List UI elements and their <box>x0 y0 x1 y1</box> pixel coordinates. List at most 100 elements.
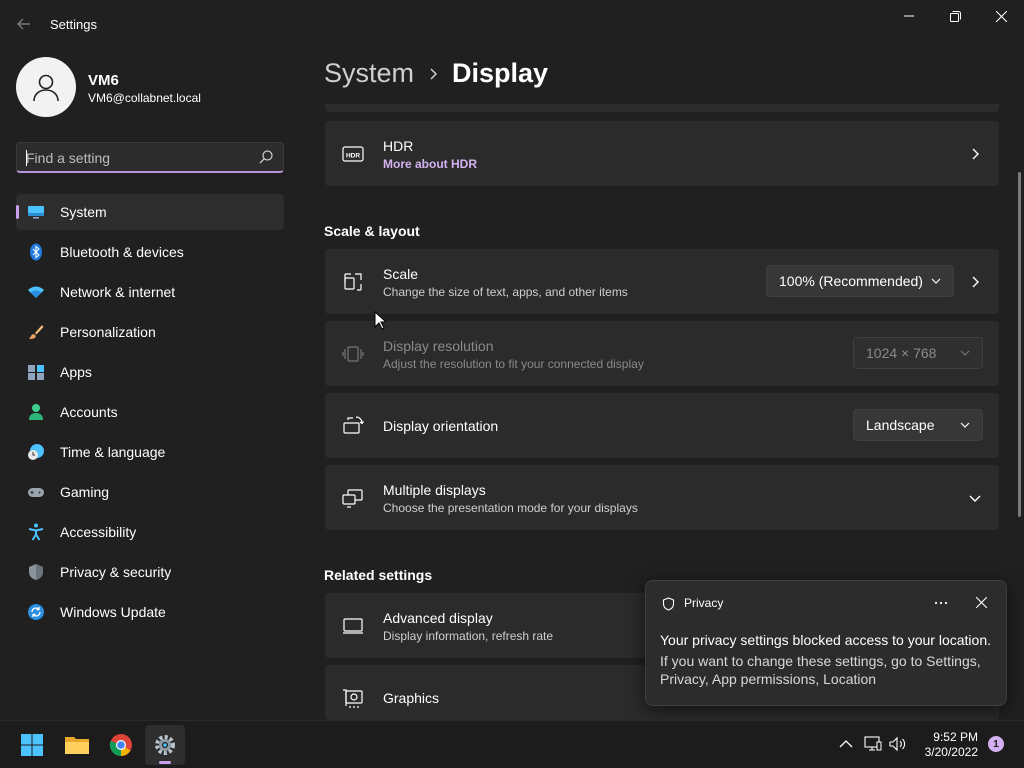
clock-date: 3/20/2022 <box>924 745 978 759</box>
close-icon[interactable] <box>976 597 987 608</box>
svg-text:HDR: HDR <box>346 153 360 160</box>
sidebar-item-bluetooth[interactable]: Bluetooth & devices <box>16 234 284 270</box>
multiple-displays-card[interactable]: Multiple displays Choose the presentatio… <box>325 465 999 530</box>
minimize-button[interactable] <box>886 0 932 32</box>
taskbar: 9:52 PM 3/20/2022 1 <box>0 720 1024 768</box>
apps-icon <box>28 365 44 380</box>
system-icon <box>28 206 44 219</box>
multiple-displays-description: Choose the presentation mode for your di… <box>383 501 638 515</box>
graphics-card-icon <box>343 689 363 708</box>
section-heading-scale-layout: Scale & layout <box>324 223 420 239</box>
resolution-description: Adjust the resolution to fit your connec… <box>383 357 644 371</box>
search-input[interactable] <box>26 148 246 168</box>
user-name: VM6 <box>88 72 119 89</box>
hdr-link[interactable]: More about HDR <box>383 157 477 171</box>
toast-title: Your privacy settings blocked access to … <box>660 632 991 648</box>
restore-button[interactable] <box>932 0 978 32</box>
gamepad-icon <box>28 488 44 497</box>
close-icon <box>995 10 1007 22</box>
toast-app-name: Privacy <box>684 596 724 610</box>
settings-taskbar-button[interactable] <box>145 725 185 765</box>
chrome-button[interactable] <box>101 725 141 765</box>
orientation-dropdown[interactable]: Landscape <box>853 409 983 441</box>
resolution-dropdown: 1024 × 768 <box>853 337 983 369</box>
advanced-display-title: Advanced display <box>383 610 493 626</box>
scale-description: Change the size of text, apps, and other… <box>383 285 628 299</box>
sidebar-item-label: Time & language <box>60 444 166 460</box>
bluetooth-icon <box>30 243 42 261</box>
app-title: Settings <box>50 17 97 32</box>
scale-dropdown[interactable]: 100% (Recommended) <box>766 265 954 297</box>
sidebar-item-accounts[interactable]: Accounts <box>16 394 284 430</box>
network-icon[interactable] <box>864 736 882 752</box>
chevron-down-icon[interactable] <box>967 490 983 506</box>
gear-icon <box>155 735 175 755</box>
breadcrumb-parent[interactable]: System <box>324 58 414 89</box>
hdr-icon: HDR <box>342 146 364 162</box>
avatar[interactable] <box>16 57 76 117</box>
sidebar-item-privacy[interactable]: Privacy & security <box>16 554 284 590</box>
sidebar-nav: System Bluetooth & devices Network & int… <box>16 194 284 634</box>
search-box[interactable] <box>16 142 284 173</box>
folder-icon <box>65 737 89 754</box>
more-options-icon[interactable] <box>934 601 948 605</box>
resolution-icon <box>342 346 364 362</box>
restore-icon <box>949 10 961 22</box>
title-bar: Settings <box>0 0 1024 48</box>
notification-badge[interactable]: 1 <box>988 736 1004 752</box>
hdr-card[interactable]: HDR HDR More about HDR <box>325 121 999 186</box>
advanced-display-description: Display information, refresh rate <box>383 629 554 643</box>
sidebar-item-label: Gaming <box>60 484 110 500</box>
minimize-icon <box>904 15 914 17</box>
sidebar-item-accessibility[interactable]: Accessibility <box>16 514 284 550</box>
scale-dropdown-value: 100% (Recommended) <box>779 273 923 289</box>
scale-title: Scale <box>383 266 419 282</box>
taskbar-clock[interactable]: 9:52 PM 3/20/2022 <box>918 730 978 760</box>
sidebar-item-personalization[interactable]: Personalization <box>16 314 284 350</box>
page-title: Display <box>452 58 549 88</box>
sidebar-item-label: Accessibility <box>60 524 137 540</box>
chevron-right-icon[interactable] <box>967 274 983 290</box>
search-icon[interactable] <box>259 150 273 164</box>
sidebar-item-label: Windows Update <box>60 604 166 620</box>
mouse-cursor-icon <box>374 311 386 330</box>
chevron-up-icon[interactable] <box>839 739 853 749</box>
scrollbar[interactable] <box>1018 172 1021 517</box>
display-resolution-card: Display resolution Adjust the resolution… <box>325 321 999 386</box>
close-button[interactable] <box>978 0 1024 32</box>
toast-body: If you want to change these settings, go… <box>660 653 981 687</box>
scale-card[interactable]: Scale Change the size of text, apps, and… <box>325 249 999 314</box>
user-email: VM6@collabnet.local <box>88 91 201 105</box>
sidebar-item-label: Network & internet <box>60 284 176 300</box>
accessibility-icon <box>28 523 44 541</box>
volume-icon[interactable] <box>889 736 907 752</box>
file-explorer-button[interactable] <box>57 725 97 765</box>
privacy-notification-toast[interactable]: Privacy Your privacy settings blocked ac… <box>645 580 1007 706</box>
sidebar-item-apps[interactable]: Apps <box>16 354 284 390</box>
clock-globe-icon <box>28 444 44 460</box>
sidebar-item-gaming[interactable]: Gaming <box>16 474 284 510</box>
sidebar-item-label: Apps <box>60 364 92 380</box>
breadcrumb: System Display <box>324 58 548 89</box>
breadcrumb-separator <box>428 67 438 81</box>
multiple-displays-icon <box>342 489 363 508</box>
start-button[interactable] <box>12 725 52 765</box>
hdr-title: HDR <box>383 138 414 154</box>
chrome-icon <box>109 734 132 756</box>
text-caret <box>26 150 27 166</box>
resolution-dropdown-value: 1024 × 768 <box>866 345 937 361</box>
back-arrow-icon <box>17 18 30 30</box>
sidebar-item-system[interactable]: System <box>16 194 284 230</box>
windows-logo-icon <box>21 734 43 756</box>
sidebar-item-label: Accounts <box>60 404 118 420</box>
back-button[interactable] <box>10 12 38 36</box>
section-heading-related-settings: Related settings <box>324 567 433 583</box>
display-orientation-card[interactable]: Display orientation Landscape <box>325 393 999 458</box>
orientation-icon <box>343 416 364 434</box>
chevron-down-icon <box>960 422 970 428</box>
sidebar-item-network[interactable]: Network & internet <box>16 274 284 310</box>
sidebar-item-time-language[interactable]: Time & language <box>16 434 284 470</box>
wifi-icon <box>28 286 44 298</box>
sidebar-item-windows-update[interactable]: Windows Update <box>16 594 284 630</box>
orientation-dropdown-value: Landscape <box>866 417 935 433</box>
